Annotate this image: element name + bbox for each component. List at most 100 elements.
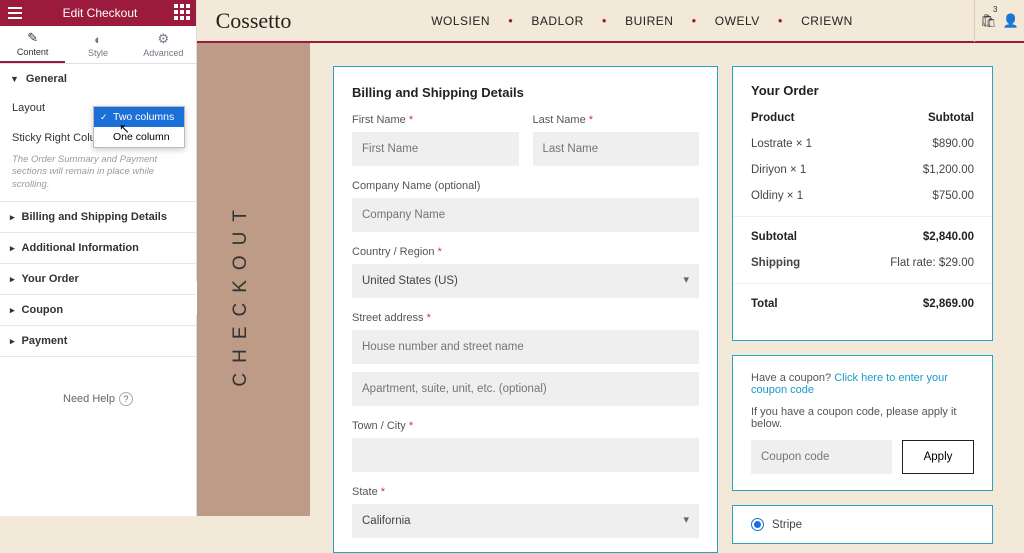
section-coupon-head[interactable]: ▸Coupon [0,295,196,325]
cart-icon[interactable]: 🛍 [980,13,997,29]
order-item-name: Diriyon × 1 [751,164,806,176]
radio-icon [751,518,764,531]
state-select[interactable]: California [352,504,699,538]
coupon-question: Have a coupon? Click here to enter your … [751,372,974,396]
need-help-label: Need Help [63,393,115,405]
section-coupon-label: Coupon [22,304,64,316]
order-item-price: $1,200.00 [923,164,974,176]
tab-style[interactable]: ◐Style [65,26,130,63]
nav-item[interactable]: CRIEWN [801,14,853,28]
section-additional-head[interactable]: ▸ Additional Information [0,233,196,263]
editor-sidebar: Edit Checkout ✎Content ◐Style ⚙Advanced … [0,0,197,516]
section-order-label: Your Order [22,273,79,285]
caret-right-icon: ▸ [10,274,15,285]
top-icons: 🛍 3 👤 [974,0,1024,42]
caret-right-icon: ▸ [10,336,15,347]
order-card: Your Order Product Subtotal Lostrate × 1 $… [732,66,993,341]
layout-label: Layout [12,102,45,114]
dot-icon: ● [691,16,696,25]
section-payment-head[interactable]: ▸ Payment [0,326,196,356]
order-item-price: $750.00 [932,190,974,202]
total-value: $2,869.00 [923,298,974,310]
last-name-input[interactable] [533,132,700,166]
apps-icon[interactable] [174,4,192,22]
shipping-label: Shipping [751,257,800,269]
section-general-label: General [26,73,67,85]
first-name-label: First Name * [352,114,519,126]
order-title: Your Order [751,83,974,98]
need-help[interactable]: Need Help? [0,392,196,406]
shipping-value: Flat rate: $29.00 [890,257,974,269]
apply-button[interactable]: Apply [902,440,974,474]
company-label: Company Name (optional) [352,180,699,192]
brown-strip [197,43,310,516]
country-label: Country / Region * [352,246,699,258]
sidebar-tabs: ✎Content ◐Style ⚙Advanced [0,26,196,64]
street-label: Street address * [352,312,699,324]
pencil-icon: ✎ [27,30,38,46]
section-billing-label: Billing and Shipping Details [22,211,167,223]
first-name-input[interactable] [352,132,519,166]
payment-stripe-label: Stripe [772,519,802,531]
payment-option-stripe[interactable]: Stripe [751,518,974,531]
dot-icon: ● [508,16,513,25]
coupon-input[interactable] [751,440,892,474]
tab-advanced-label: Advanced [143,48,183,58]
right-column: Your Order Product Subtotal Lostrate × 1 $… [732,66,993,553]
nav-item[interactable]: WOLSIEN [431,14,490,28]
menu-icon[interactable] [4,3,26,23]
section-payment-label: Payment [22,335,68,347]
section-general-head[interactable]: ▼General [0,64,196,94]
caret-right-icon: ▸ [10,243,15,254]
dot-icon: ● [778,16,783,25]
sidebar-title: Edit Checkout [63,6,138,20]
cart-badge: 3 [993,5,997,14]
layout-option-label: Two columns [113,111,174,123]
tab-content[interactable]: ✎Content [0,26,65,63]
section-order-head[interactable]: ▸ Your Order [0,264,196,294]
coupon-instruction: If you have a coupon code, please apply … [751,406,974,430]
order-item-name: Lostrate × 1 [751,138,812,150]
topbar: Cossetto WOLSIEN ● BADLOR ● BUIREN ● OWELV ●… [197,0,1024,43]
check-icon: ✓ [100,112,109,123]
coupon-card: Have a coupon? Click here to enter your … [732,355,993,491]
order-header-subtotal: Subtotal [928,112,974,124]
subtotal-value: $2,840.00 [923,231,974,243]
main: Billing and Shipping Details First Name … [333,66,1013,553]
sidebar-header: Edit Checkout [0,0,196,26]
checkout-vertical-label: CHECKOUT [230,200,252,387]
billing-title: Billing and Shipping Details [352,85,699,100]
payment-card: Stripe [732,505,993,544]
street-input-1[interactable] [352,330,699,364]
layout-dropdown[interactable]: ✓ Two columns One column [93,106,185,148]
contrast-icon: ◐ [94,32,102,47]
dot-icon: ● [602,16,607,25]
nav-item[interactable]: OWELV [715,14,760,28]
state-label: State * [352,486,699,498]
nav-item[interactable]: BADLOR [531,14,583,28]
town-input[interactable] [352,438,699,472]
tab-advanced[interactable]: ⚙Advanced [131,26,196,63]
nav-item[interactable]: BUIREN [625,14,673,28]
order-header-product: Product [751,112,794,124]
section-additional-label: Additional Information [22,242,139,254]
total-label: Total [751,298,778,310]
main-nav: WOLSIEN ● BADLOR ● BUIREN ● OWELV ● CRIEWN [310,14,974,28]
order-item-name: Oldiny × 1 [751,190,803,202]
logo[interactable]: Cossetto [197,8,310,34]
country-select[interactable]: United States (US) [352,264,699,298]
order-item-price: $890.00 [932,138,974,150]
layout-option-label: One column [113,131,170,143]
caret-right-icon: ▸ [10,212,15,223]
gear-icon: ⚙ [157,31,169,47]
layout-option-two-columns[interactable]: ✓ Two columns [94,107,184,127]
layout-option-one-column[interactable]: One column [94,127,184,147]
sticky-note: The Order Summary and Payment sections w… [0,154,196,201]
user-icon[interactable]: 👤 [1003,13,1019,29]
section-billing-head[interactable]: ▸ Billing and Shipping Details [0,202,196,232]
street-input-2[interactable] [352,372,699,406]
subtotal-label: Subtotal [751,231,797,243]
help-icon: ? [119,392,133,406]
billing-panel: Billing and Shipping Details First Name … [333,66,718,553]
company-input[interactable] [352,198,699,232]
